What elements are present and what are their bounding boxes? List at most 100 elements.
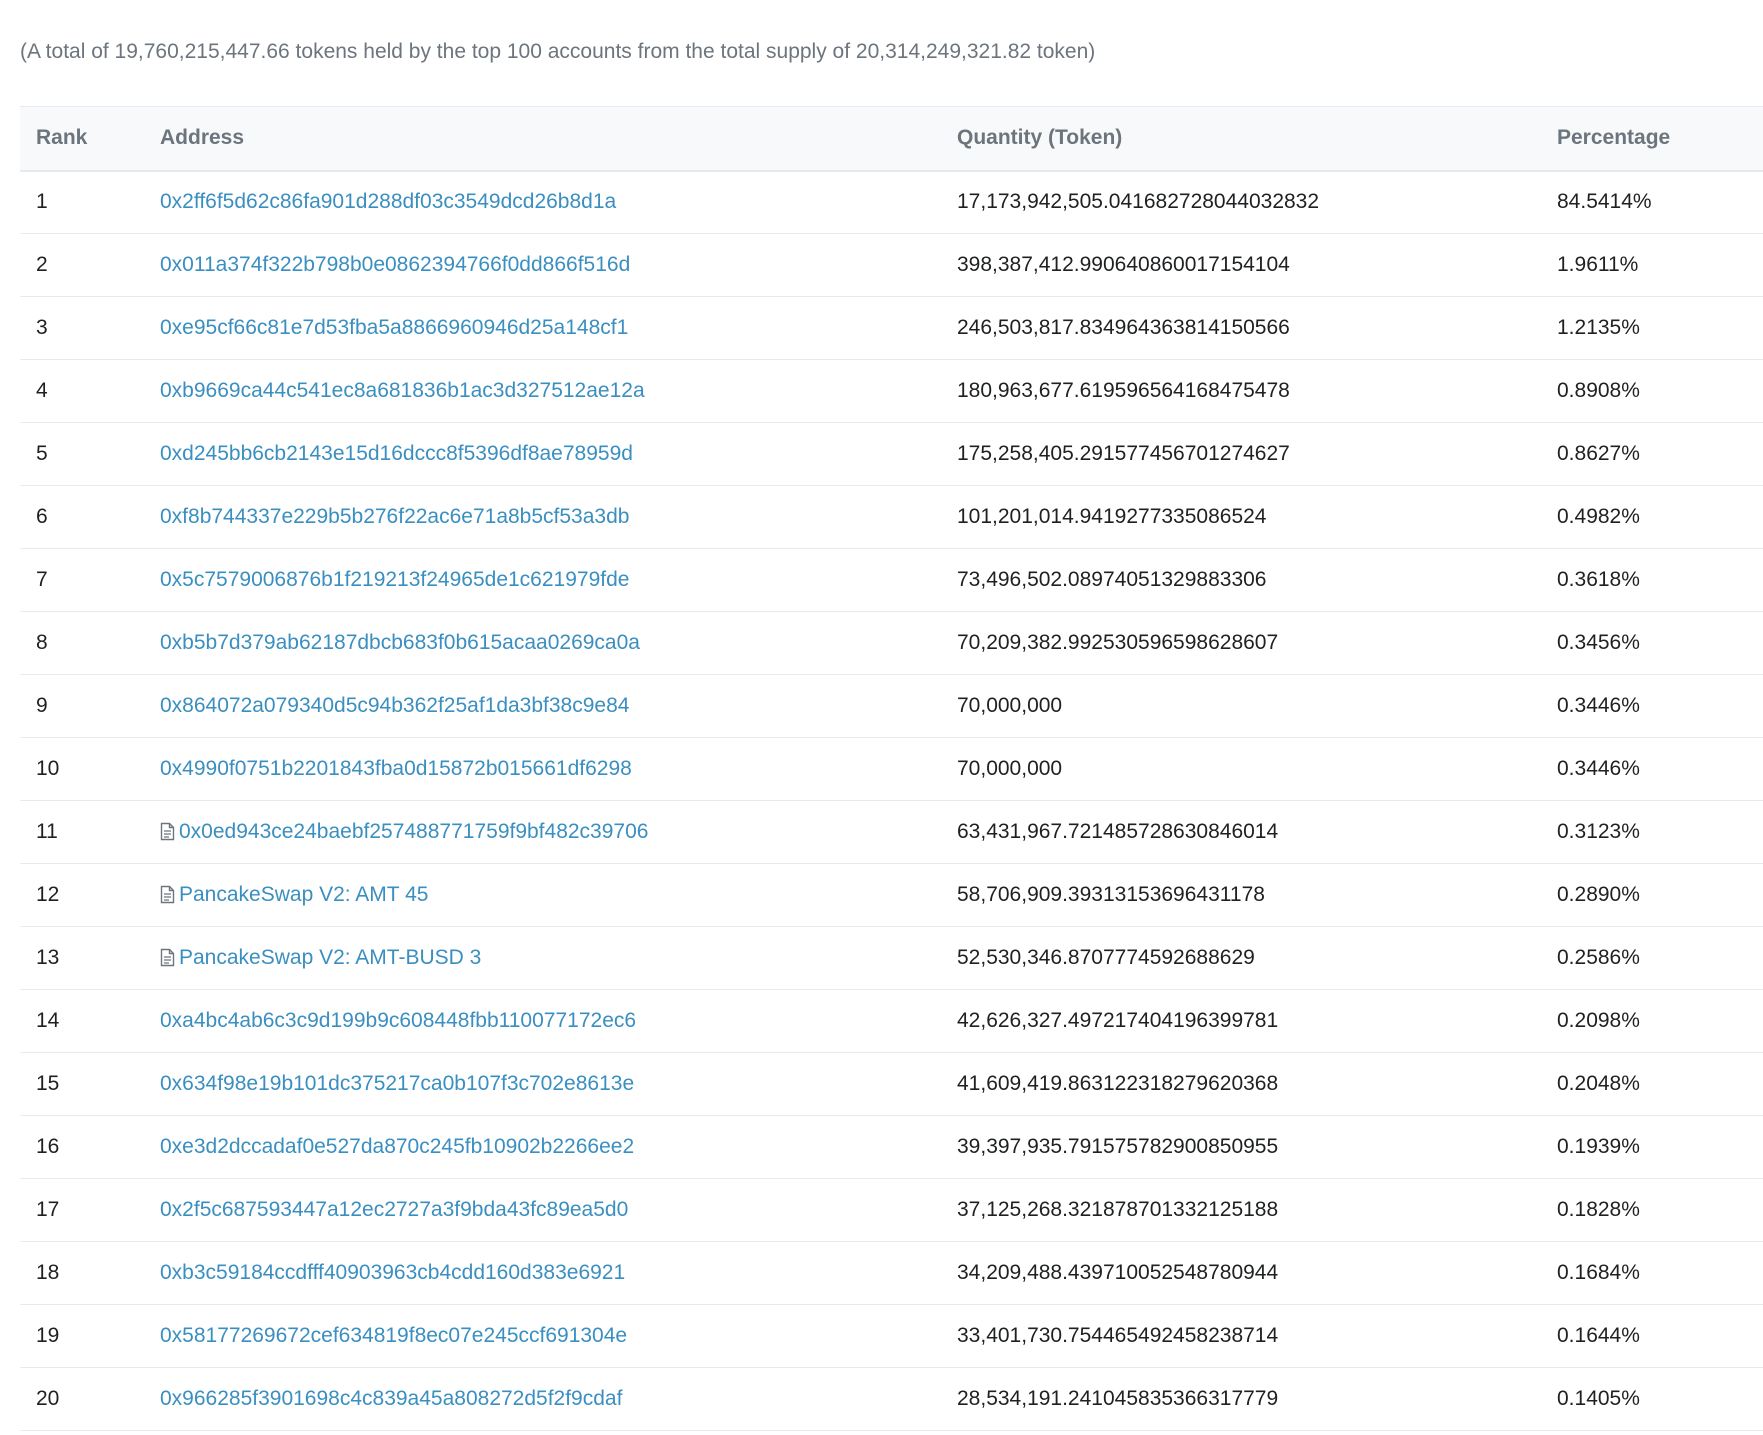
address-cell: 0xb5b7d379ab62187dbcb683f0b615acaa0269ca…	[160, 612, 957, 675]
rank-cell: 7	[36, 568, 48, 591]
percentage-cell: 0.8908%	[1557, 379, 1640, 402]
rank-cell: 10	[36, 757, 60, 780]
address-link[interactable]: 0x634f98e19b101dc375217ca0b107f3c702e861…	[160, 1072, 634, 1095]
table-header-row: Rank Address Quantity (Token) Percentage	[20, 106, 1763, 171]
percentage-cell: 0.2890%	[1557, 883, 1640, 906]
quantity-cell: 33,401,730.754465492458238714	[957, 1324, 1279, 1347]
quantity-cell: 37,125,268.321878701332125188	[957, 1198, 1279, 1221]
address-cell: 0xd245bb6cb2143e15d16dccc8f5396df8ae7895…	[160, 423, 957, 486]
address-cell: 0x864072a079340d5c94b362f25af1da3bf38c9e…	[160, 675, 957, 738]
address-link[interactable]: 0x4990f0751b2201843fba0d15872b015661df62…	[160, 757, 632, 780]
column-header-quantity: Quantity (Token)	[957, 126, 1123, 150]
percentage-cell: 0.1939%	[1557, 1135, 1640, 1158]
address-link[interactable]: 0xb9669ca44c541ec8a681836b1ac3d327512ae1…	[160, 379, 645, 402]
address-link[interactable]: 0x2f5c687593447a12ec2727a3f9bda43fc89ea5…	[160, 1198, 628, 1221]
percentage-cell: 84.5414%	[1557, 190, 1652, 214]
percentage-cell: 0.4982%	[1557, 505, 1640, 528]
address-link[interactable]: PancakeSwap V2: AMT-BUSD 3	[179, 946, 481, 969]
address-link[interactable]: 0xd245bb6cb2143e15d16dccc8f5396df8ae7895…	[160, 442, 633, 465]
rank-cell: 3	[36, 316, 48, 339]
address-link[interactable]: 0x58177269672cef634819f8ec07e245ccf69130…	[160, 1324, 627, 1347]
table-row: 12 PancakeSwap V2: AMT 45 58,706,909.39313…	[20, 864, 1763, 927]
address-link[interactable]: 0xe95cf66c81e7d53fba5a8866960946d25a148c…	[160, 316, 628, 339]
address-link[interactable]: 0xa4bc4ab6c3c9d199b9c608448fbb110077172e…	[160, 1009, 636, 1032]
address-link[interactable]: 0xf8b744337e229b5b276f22ac6e71a8b5cf53a3…	[160, 505, 629, 528]
address-link[interactable]: 0x5c7579006876b1f219213f24965de1c621979f…	[160, 568, 629, 591]
address-cell: 0xa4bc4ab6c3c9d199b9c608448fbb110077172e…	[160, 990, 957, 1053]
percentage-cell: 0.3456%	[1557, 631, 1640, 654]
address-link[interactable]: 0x864072a079340d5c94b362f25af1da3bf38c9e…	[160, 694, 629, 717]
contract-file-icon	[160, 948, 175, 967]
percentage-cell: 1.2135%	[1557, 316, 1640, 339]
quantity-cell: 180,963,677.619596564168475478	[957, 379, 1290, 402]
address-cell: PancakeSwap V2: AMT 45	[160, 864, 957, 927]
table-row: 18 0xb3c59184ccdfff40903963cb4cdd160d383e…	[20, 1242, 1763, 1305]
percentage-cell: 0.1828%	[1557, 1198, 1640, 1221]
address-cell: 0x4990f0751b2201843fba0d15872b015661df62…	[160, 738, 957, 801]
table-row: 10 0x4990f0751b2201843fba0d15872b015661df…	[20, 738, 1763, 801]
table-row: 20 0x966285f3901698c4c839a45a808272d5f2f9…	[20, 1368, 1763, 1431]
percentage-cell: 0.1405%	[1557, 1387, 1640, 1410]
rank-cell: 11	[36, 820, 58, 843]
address-link[interactable]: 0x0ed943ce24baebf257488771759f9bf482c397…	[179, 820, 648, 843]
quantity-cell: 17,173,942,505.041682728044032832	[957, 190, 1320, 214]
table-row: 2 0x011a374f322b798b0e0862394766f0dd866f5…	[20, 234, 1763, 297]
rank-cell: 1	[36, 190, 48, 214]
percentage-cell: 0.2586%	[1557, 946, 1640, 969]
quantity-cell: 63,431,967.721485728630846014	[957, 820, 1279, 843]
address-cell: 0x966285f3901698c4c839a45a808272d5f2f9cd…	[160, 1368, 957, 1431]
quantity-cell: 246,503,817.834964363814150566	[957, 316, 1290, 339]
address-cell: 0xe3d2dccadaf0e527da870c245fb10902b2266e…	[160, 1116, 957, 1179]
table-row: 7 0x5c7579006876b1f219213f24965de1c621979…	[20, 549, 1763, 612]
table-row: 6 0xf8b744337e229b5b276f22ac6e71a8b5cf53a…	[20, 486, 1763, 549]
address-link[interactable]: 0x011a374f322b798b0e0862394766f0dd866f51…	[160, 253, 630, 276]
rank-cell: 18	[36, 1261, 60, 1284]
table-row: 8 0xb5b7d379ab62187dbcb683f0b615acaa0269c…	[20, 612, 1763, 675]
quantity-cell: 52,530,346.8707774592688629	[957, 946, 1255, 969]
rank-cell: 4	[36, 379, 48, 402]
rank-cell: 12	[36, 883, 60, 906]
table-row: 5 0xd245bb6cb2143e15d16dccc8f5396df8ae789…	[20, 423, 1763, 486]
contract-file-icon	[160, 822, 175, 841]
table-row: 17 0x2f5c687593447a12ec2727a3f9bda43fc89e…	[20, 1179, 1763, 1242]
table-row: 9 0x864072a079340d5c94b362f25af1da3bf38c9…	[20, 675, 1763, 738]
table-row: 3 0xe95cf66c81e7d53fba5a8866960946d25a148…	[20, 297, 1763, 360]
table-row: 4 0xb9669ca44c541ec8a681836b1ac3d327512ae…	[20, 360, 1763, 423]
address-link[interactable]: 0xb5b7d379ab62187dbcb683f0b615acaa0269ca…	[160, 631, 640, 654]
rank-cell: 6	[36, 505, 48, 528]
address-link[interactable]: PancakeSwap V2: AMT 45	[179, 883, 428, 906]
address-link[interactable]: 0x2ff6f5d62c86fa901d288df03c3549dcd26b8d…	[160, 190, 616, 213]
column-header-percentage: Percentage	[1557, 126, 1671, 150]
table-row: 14 0xa4bc4ab6c3c9d199b9c608448fbb11007717…	[20, 990, 1763, 1053]
percentage-cell: 0.3123%	[1557, 820, 1640, 843]
address-cell: 0x634f98e19b101dc375217ca0b107f3c702e861…	[160, 1053, 957, 1116]
table-row: 16 0xe3d2dccadaf0e527da870c245fb10902b226…	[20, 1116, 1763, 1179]
quantity-cell: 175,258,405.291577456701274627	[957, 442, 1290, 465]
address-link[interactable]: 0xe3d2dccadaf0e527da870c245fb10902b2266e…	[160, 1135, 634, 1158]
percentage-cell: 1.9611%	[1557, 253, 1639, 276]
quantity-cell: 70,209,382.992530596598628607	[957, 631, 1279, 654]
address-cell: 0xb3c59184ccdfff40903963cb4cdd160d383e69…	[160, 1242, 957, 1305]
address-cell: 0x011a374f322b798b0e0862394766f0dd866f51…	[160, 234, 957, 297]
rank-cell: 9	[36, 694, 48, 717]
quantity-cell: 39,397,935.791575782900850955	[957, 1135, 1279, 1158]
table-row: 19 0x58177269672cef634819f8ec07e245ccf691…	[20, 1305, 1763, 1368]
address-cell: 0x2ff6f5d62c86fa901d288df03c3549dcd26b8d…	[160, 171, 957, 234]
quantity-cell: 398,387,412.990640860017154104	[957, 253, 1290, 276]
percentage-cell: 0.2048%	[1557, 1072, 1640, 1095]
rank-cell: 20	[36, 1387, 60, 1410]
percentage-cell: 0.3446%	[1557, 757, 1640, 780]
rank-cell: 16	[36, 1135, 60, 1158]
table-header: Rank Address Quantity (Token) Percentage	[20, 106, 1763, 171]
rank-cell: 19	[36, 1324, 60, 1347]
table-body: 1 0x2ff6f5d62c86fa901d288df03c3549dcd26b8…	[20, 171, 1763, 1431]
contract-file-icon	[160, 885, 175, 904]
address-link[interactable]: 0xb3c59184ccdfff40903963cb4cdd160d383e69…	[160, 1261, 625, 1284]
rank-cell: 17	[36, 1198, 60, 1221]
rank-cell: 13	[36, 946, 60, 969]
quantity-cell: 101,201,014.9419277335086524	[957, 505, 1267, 528]
address-link[interactable]: 0x966285f3901698c4c839a45a808272d5f2f9cd…	[160, 1387, 622, 1410]
percentage-cell: 0.3446%	[1557, 694, 1640, 717]
table-row: 15 0x634f98e19b101dc375217ca0b107f3c702e8…	[20, 1053, 1763, 1116]
address-cell: 0x58177269672cef634819f8ec07e245ccf69130…	[160, 1305, 957, 1368]
